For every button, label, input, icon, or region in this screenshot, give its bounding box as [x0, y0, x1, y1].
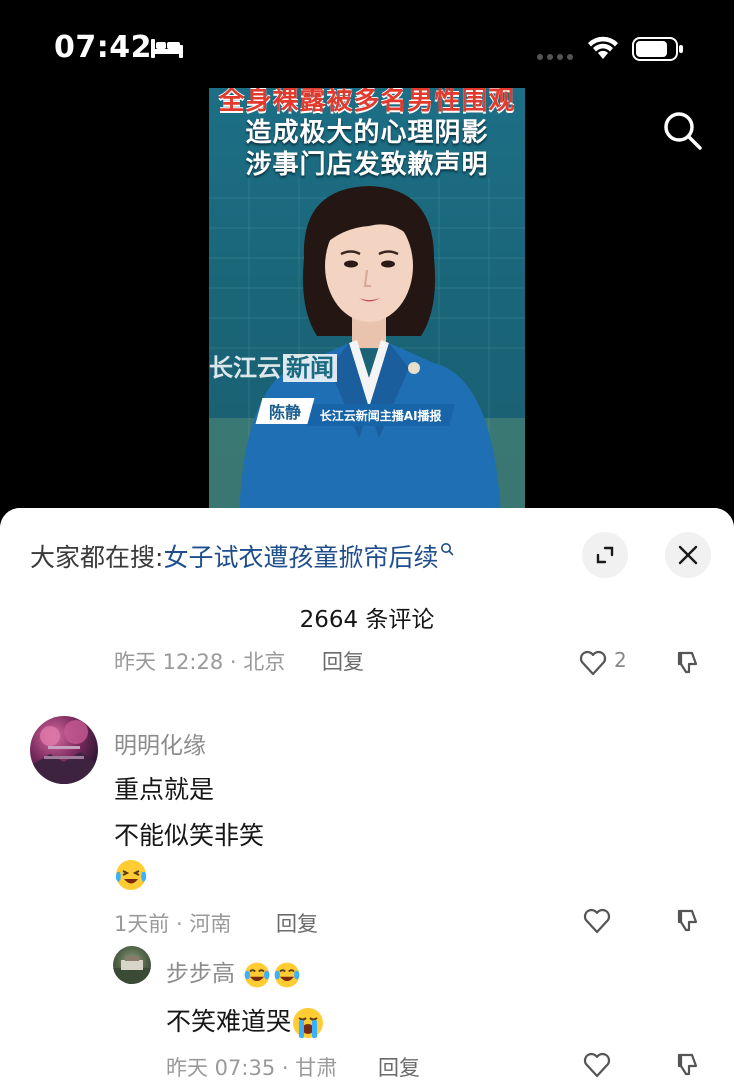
video-headline-3: 涉事门店发致歉声明 [245, 150, 489, 180]
comment-text-line-1: 重点就是 [114, 775, 215, 804]
close-button[interactable] [665, 532, 711, 578]
dislike-icon[interactable] [672, 648, 702, 678]
dislike-icon[interactable] [672, 1050, 702, 1080]
sleep-focus-icon [151, 39, 183, 58]
screen: 07:42 全身裸露被多名男性围观 造成极大的心理阴影 涉事门店发致歉声明 长江… [0, 0, 734, 1080]
like-count: 2 [614, 648, 627, 672]
comment-meta: 昨天 12:28 · 北京 [114, 650, 286, 674]
comments-sheet: 大家都在搜:女子试衣遭孩童掀帘后续 2664 条评论 昨天 12:28 · 北京… [0, 508, 734, 1080]
wifi-icon [588, 36, 618, 59]
tears-of-joy-emoji [244, 962, 270, 987]
reply-text-content: 不笑难道哭 [166, 1007, 292, 1036]
anchor-name: 陈静 [269, 403, 302, 422]
trending-search[interactable]: 大家都在搜:女子试衣遭孩童掀帘后续 [30, 538, 454, 574]
reply-button[interactable]: 回复 [378, 1052, 420, 1080]
comment-meta: 1天前 · 河南 [114, 912, 232, 936]
reply-text: 不笑难道哭 [166, 1002, 325, 1040]
loudly-crying-emoji [293, 1008, 324, 1038]
status-bar: 07:42 [0, 0, 734, 90]
heart-icon[interactable] [582, 1050, 612, 1080]
laughing-crying-emoji [115, 860, 147, 890]
watermark-box: 新闻 [283, 354, 337, 382]
comment-text-line-2: 不能似笑非笑 [114, 821, 265, 850]
heart-icon[interactable] [578, 648, 608, 678]
close-icon [678, 545, 698, 565]
comments-header: 大家都在搜:女子试衣遭孩童掀帘后续 2664 条评论 [0, 508, 734, 646]
search-small-icon [441, 543, 454, 556]
heart-icon[interactable] [582, 906, 612, 936]
search-icon[interactable] [660, 108, 704, 152]
anchor-name-tag: 陈静 长江云新闻主播AI播报 [255, 398, 457, 426]
avatar[interactable] [113, 946, 151, 984]
comment-count: 2664 条评论 [299, 607, 435, 633]
reply-button[interactable]: 回复 [322, 646, 364, 676]
expand-button[interactable] [582, 532, 628, 578]
battery-icon [632, 37, 683, 61]
reply-button[interactable]: 回复 [276, 908, 318, 938]
anchor-role: 长江云新闻主播AI播报 [319, 408, 442, 423]
video-player[interactable]: 全身裸露被多名男性围观 造成极大的心理阴影 涉事门店发致歉声明 长江云 新闻 陈… [209, 88, 525, 518]
comment-item: 明明化缘 重点就是 不能似笑非笑 1天前 · 河南 回复 [0, 716, 734, 946]
signal-icon [537, 54, 573, 60]
avatar-image [113, 956, 151, 984]
trending-query[interactable]: 女子试衣遭孩童掀帘后续 [163, 543, 438, 572]
expand-icon [596, 546, 614, 564]
reply-meta: 昨天 07:35 · 甘肃 [166, 1056, 338, 1080]
trending-label: 大家都在搜: [30, 543, 164, 572]
avatar[interactable] [30, 716, 98, 784]
reply-username-text: 步步高 [166, 961, 235, 987]
watermark-prefix: 长江云 [209, 354, 281, 382]
comment-username[interactable]: 明明化缘 [114, 726, 206, 760]
status-time: 07:42 [54, 30, 152, 65]
reply-item: 步步高 不笑难道哭 昨天 07:35 · 甘肃 回复 [0, 946, 734, 1080]
channel-watermark: 长江云 新闻 [209, 348, 337, 383]
reply-username[interactable]: 步步高 [166, 954, 302, 990]
dislike-icon[interactable] [672, 906, 702, 936]
avatar-image [30, 720, 98, 784]
tears-of-joy-emoji [274, 962, 300, 987]
